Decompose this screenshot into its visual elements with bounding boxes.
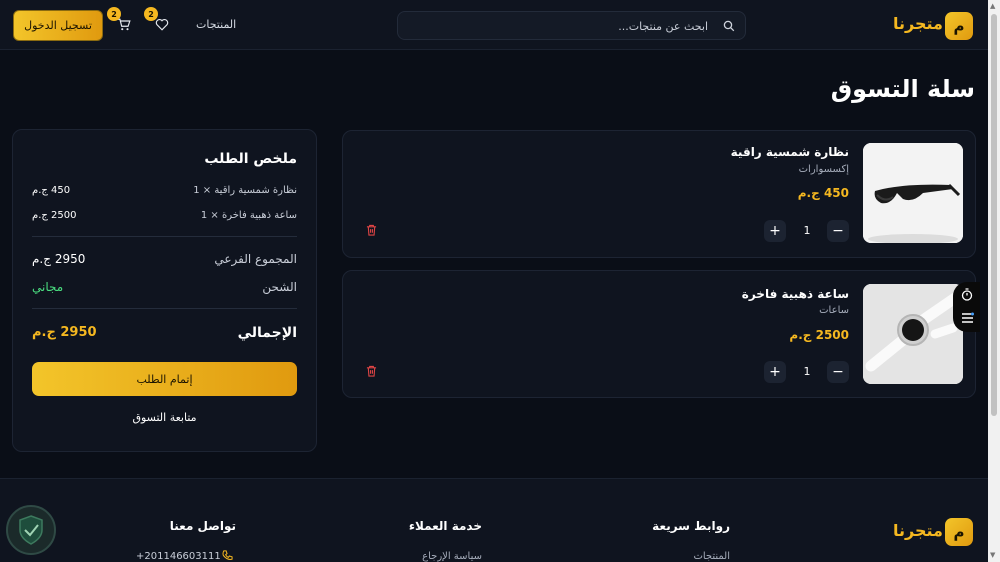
logo-letter: م <box>953 17 965 35</box>
summary-title: ملخص الطلب <box>204 151 297 167</box>
contact-phone[interactable]: +201146603111 <box>136 551 221 562</box>
product-name[interactable]: نظارة شمسية راقية <box>731 145 849 159</box>
decrease-quantity-button[interactable]: − <box>827 220 849 242</box>
total-label: الإجمالي <box>237 325 297 341</box>
footer-logo-icon[interactable]: م <box>945 518 973 546</box>
login-button[interactable]: تسجيل الدخول <box>13 10 103 41</box>
total-value: 2950 ج.م <box>32 325 97 340</box>
scroll-up-arrow[interactable]: ▲ <box>990 2 995 10</box>
shield-logo-icon <box>6 505 56 555</box>
menu-icon[interactable] <box>961 312 974 324</box>
summary-line-value: 2500 ج.م <box>32 210 77 221</box>
plus-icon: + <box>769 223 781 239</box>
contact-title: تواصل معنا <box>169 519 236 533</box>
search-icon <box>723 20 735 32</box>
logo-icon[interactable]: م <box>945 12 973 40</box>
subtotal-value: 2950 ج.م <box>32 252 86 266</box>
cart-item: ساعة ذهبية فاخرة ساعات 2500 ج.م − 1 + <box>342 270 976 398</box>
watch-image <box>863 284 963 384</box>
search-bar <box>397 11 746 40</box>
wishlist-badge: 2 <box>144 7 158 21</box>
trash-icon[interactable] <box>366 224 377 236</box>
summary-line-value: 450 ج.م <box>32 185 71 196</box>
sunglasses-image <box>863 143 963 243</box>
subtotal-label: المجموع الفرعي <box>214 252 297 266</box>
plus-icon: + <box>769 364 781 380</box>
minus-icon: − <box>832 364 844 380</box>
shipping-value: مجاني <box>32 280 64 294</box>
product-price: 450 ج.م <box>797 186 849 200</box>
search-input[interactable] <box>408 16 708 36</box>
minus-icon: − <box>832 223 844 239</box>
divider <box>32 236 297 237</box>
decrease-quantity-button[interactable]: − <box>827 361 849 383</box>
product-name[interactable]: ساعة ذهبية فاخرة <box>742 287 849 301</box>
shipping-label: الشحن <box>262 280 297 294</box>
footer-link-returns[interactable]: سياسة الإرجاع <box>422 551 482 562</box>
footer-logo-name[interactable]: متجرنا <box>893 521 943 540</box>
quantity-value: 1 <box>803 365 811 378</box>
logo-letter: م <box>953 523 965 541</box>
product-price: 2500 ج.م <box>789 328 849 342</box>
site-footer: م متجرنا روابط سريعة المنتجات خدمة العمل… <box>0 478 988 562</box>
scrollbar-thumb[interactable] <box>991 14 997 416</box>
trash-icon[interactable] <box>366 365 377 377</box>
timer-icon[interactable] <box>961 288 973 301</box>
product-category: إكسسوارات <box>798 164 849 175</box>
quantity-value: 1 <box>803 224 811 237</box>
customer-service-title: خدمة العملاء <box>408 519 482 533</box>
nav-products-link[interactable]: المنتجات <box>196 18 236 31</box>
page-title: سلة التسوق <box>830 75 975 103</box>
product-image-sunglasses[interactable] <box>863 143 963 243</box>
checkout-button[interactable]: إتمام الطلب <box>32 362 297 396</box>
product-image-watch[interactable] <box>863 284 963 384</box>
site-header: م متجرنا المنتجات 2 2 تسجيل الدخول <box>0 0 988 50</box>
cart-badge: 2 <box>107 7 121 21</box>
phone-icon <box>222 550 233 560</box>
divider <box>32 308 297 309</box>
footer-link-products[interactable]: المنتجات <box>693 551 730 562</box>
cart-item: نظارة شمسية راقية إكسسوارات 450 ج.م − 1 … <box>342 130 976 258</box>
cart-icon[interactable] <box>117 18 131 31</box>
side-toolbar <box>953 282 980 332</box>
increase-quantity-button[interactable]: + <box>764 220 786 242</box>
quick-links-title: روابط سريعة <box>652 519 730 533</box>
heart-icon[interactable] <box>155 18 169 31</box>
summary-line-label: ساعة ذهبية فاخرة × 1 <box>200 210 297 221</box>
product-category: ساعات <box>819 305 849 316</box>
summary-line-label: نظارة شمسية راقية × 1 <box>193 185 297 196</box>
continue-shopping-link[interactable]: متابعة التسوق <box>32 411 297 424</box>
increase-quantity-button[interactable]: + <box>764 361 786 383</box>
logo-name[interactable]: متجرنا <box>893 14 943 33</box>
scroll-down-arrow[interactable]: ▼ <box>990 551 995 559</box>
